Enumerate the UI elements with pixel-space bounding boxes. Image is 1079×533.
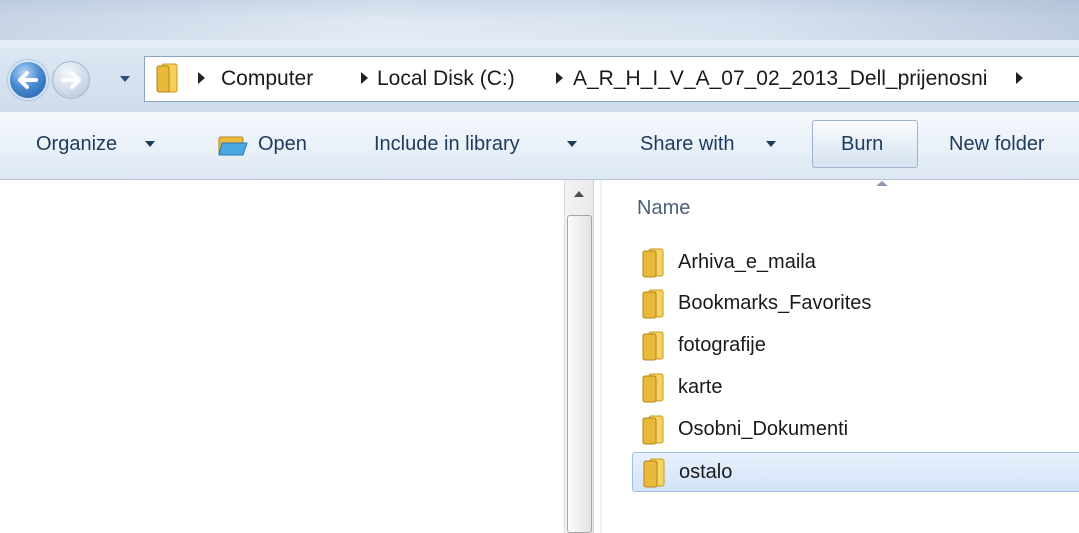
breadcrumb-current-folder[interactable]: A_R_H_I_V_A_07_02_2013_Dell_prijenosni: [573, 66, 987, 92]
folder-icon: [642, 415, 664, 445]
scrollbar-thumb[interactable]: [567, 215, 592, 533]
open-button[interactable]: Open: [258, 131, 307, 157]
back-button[interactable]: [8, 60, 48, 100]
forward-button[interactable]: [52, 61, 90, 99]
window-titlebar: [0, 0, 1079, 48]
breadcrumb-separator-icon[interactable]: [1016, 72, 1023, 84]
file-row[interactable]: Bookmarks_Favorites: [632, 284, 1079, 324]
folder-icon: [642, 373, 664, 403]
breadcrumb-computer[interactable]: Computer: [221, 66, 313, 92]
share-with-button[interactable]: Share with: [640, 131, 735, 157]
file-name: fotografije: [678, 334, 766, 356]
breadcrumb-separator-icon[interactable]: [198, 72, 205, 84]
share-with-dropdown-icon: [766, 141, 776, 147]
include-in-library-dropdown-icon: [567, 141, 577, 147]
file-row[interactable]: Arhiva_e_maila: [632, 243, 1079, 283]
include-in-library-button[interactable]: Include in library: [374, 131, 520, 157]
recent-pages-dropdown-icon[interactable]: [119, 73, 131, 85]
breadcrumb-separator-icon[interactable]: [361, 72, 368, 84]
folder-icon: [156, 63, 178, 93]
breadcrumb-local-disk[interactable]: Local Disk (C:): [377, 66, 515, 92]
forward-arrow-icon: [61, 71, 81, 89]
back-arrow-icon: [18, 71, 38, 89]
file-name: karte: [678, 376, 723, 398]
organize-button[interactable]: Organize: [36, 131, 117, 157]
folder-icon: [643, 458, 665, 488]
column-header-name[interactable]: Name: [637, 195, 690, 221]
file-name: Osobni_Dokumenti: [678, 418, 849, 440]
file-row[interactable]: Osobni_Dokumenti: [632, 410, 1079, 450]
file-name: ostalo: [679, 461, 733, 483]
file-name: Arhiva_e_maila: [678, 251, 816, 273]
file-row[interactable]: fotografije: [632, 326, 1079, 366]
breadcrumb-separator-icon[interactable]: [556, 72, 563, 84]
navigation-pane[interactable]: [0, 180, 564, 533]
burn-button[interactable]: Burn: [841, 131, 883, 157]
scroll-up-arrow-icon[interactable]: [574, 191, 584, 197]
file-name: Bookmarks_Favorites: [678, 292, 872, 314]
file-row[interactable]: karte: [632, 368, 1079, 408]
open-folder-icon: [218, 136, 248, 156]
new-folder-button[interactable]: New folder: [949, 131, 1045, 157]
folder-icon: [642, 289, 664, 319]
organize-dropdown-icon: [145, 141, 155, 147]
sort-ascending-icon: [876, 181, 888, 186]
folder-icon: [642, 331, 664, 361]
file-row-selected[interactable]: ostalo: [632, 452, 1079, 492]
folder-icon: [642, 248, 664, 278]
pane-splitter[interactable]: [600, 180, 602, 533]
